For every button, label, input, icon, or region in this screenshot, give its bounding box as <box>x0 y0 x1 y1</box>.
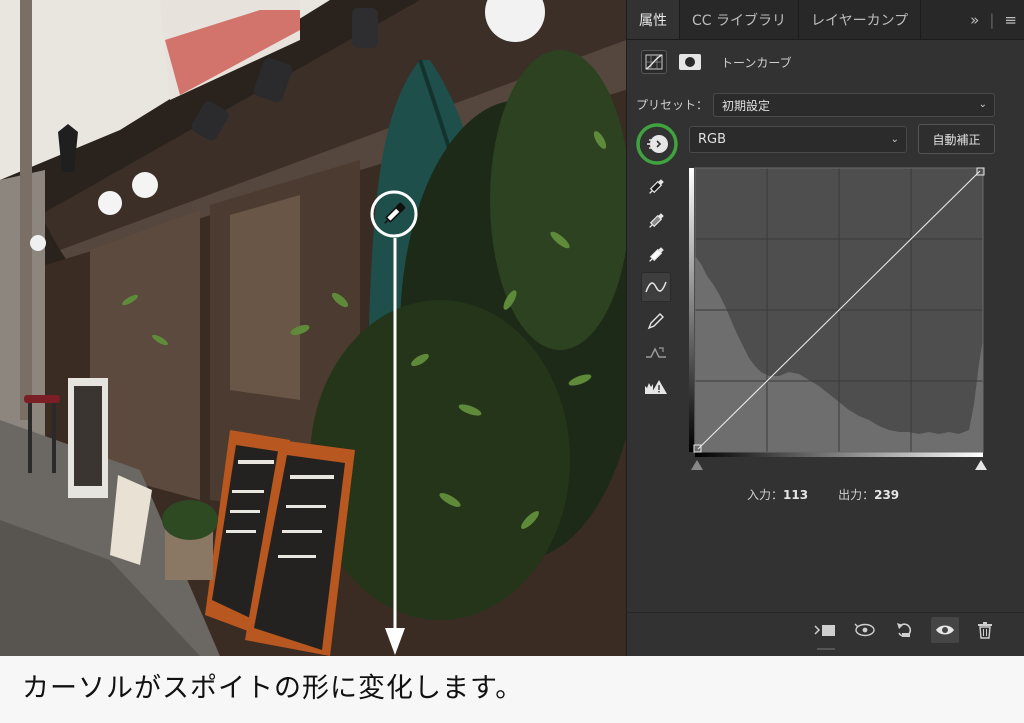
tab-layer-comps[interactable]: レイヤーカンプ <box>799 0 922 39</box>
curve-point-icon[interactable] <box>641 272 671 302</box>
reset-icon[interactable] <box>891 617 919 643</box>
preset-value: 初期設定 <box>722 98 771 113</box>
auto-button[interactable]: 自動補正 <box>918 124 995 154</box>
chevron-down-icon: ⌄ <box>890 133 899 145</box>
input-readout: 入力：113 <box>747 488 809 502</box>
output-gradient-bar <box>689 168 694 452</box>
caption-text: カーソルがスポイトの形に変化します。 <box>22 673 524 704</box>
caption-bar: カーソルがスポイトの形に変化します。 <box>0 656 1024 723</box>
double-chevron-right-icon[interactable]: » <box>970 11 979 29</box>
input-gradient-bar <box>695 452 983 457</box>
resize-grip[interactable] <box>817 648 835 650</box>
panel-title-row: トーンカーブ <box>641 50 792 74</box>
smooth-icon[interactable] <box>641 338 671 368</box>
pencil-icon[interactable] <box>641 306 671 336</box>
panel-tabbar: 属性 CC ライブラリ レイヤーカンプ » | ≡ <box>627 0 1024 40</box>
clip-to-layer-icon[interactable] <box>811 617 839 643</box>
preset-label: プリセット： <box>636 98 709 112</box>
preset-dropdown[interactable]: 初期設定 ⌄ <box>713 93 995 117</box>
gray-point-eyedropper-icon[interactable] <box>641 206 671 236</box>
trash-icon[interactable] <box>971 617 999 643</box>
hamburger-menu-icon[interactable]: ≡ <box>1004 11 1017 29</box>
tab-properties[interactable]: 属性 <box>627 0 680 39</box>
tab-cc-libraries[interactable]: CC ライブラリ <box>680 0 800 39</box>
eyedropper-cursor-icon <box>384 202 406 224</box>
clipping-warning-icon[interactable] <box>641 372 671 402</box>
white-point-eyedropper-icon[interactable] <box>641 240 671 270</box>
white-input-slider <box>975 460 987 470</box>
panel-title: トーンカーブ <box>721 55 792 70</box>
panel-bottom-bar <box>627 612 1024 646</box>
tone-curve-graph[interactable] <box>689 164 999 476</box>
photo-canvas[interactable] <box>0 0 626 656</box>
view-previous-state-icon[interactable] <box>851 617 879 643</box>
curves-adjustment-icon[interactable] <box>641 50 667 74</box>
chevron-down-icon: ⌄ <box>978 98 987 110</box>
tab-menu-controls: » | ≡ <box>970 0 1024 39</box>
cursor-annotation <box>370 190 418 655</box>
divider: | <box>989 10 995 29</box>
target-adjust-tool[interactable] <box>635 122 679 166</box>
layer-mask-icon[interactable] <box>677 50 703 74</box>
black-input-slider <box>691 460 703 470</box>
input-output-readout: 入力：113 出力：239 <box>747 486 899 503</box>
visibility-eye-icon[interactable] <box>931 616 959 643</box>
annotation-arrow-head <box>385 628 405 655</box>
channel-value: RGB <box>698 132 727 147</box>
channel-dropdown[interactable]: RGB ⌄ <box>689 126 907 153</box>
output-readout: 出力：239 <box>838 488 900 502</box>
black-point-eyedropper-icon[interactable] <box>641 172 671 202</box>
properties-panel: 属性 CC ライブラリ レイヤーカンプ » | ≡ トーンカーブ プリセット： … <box>626 0 1024 656</box>
